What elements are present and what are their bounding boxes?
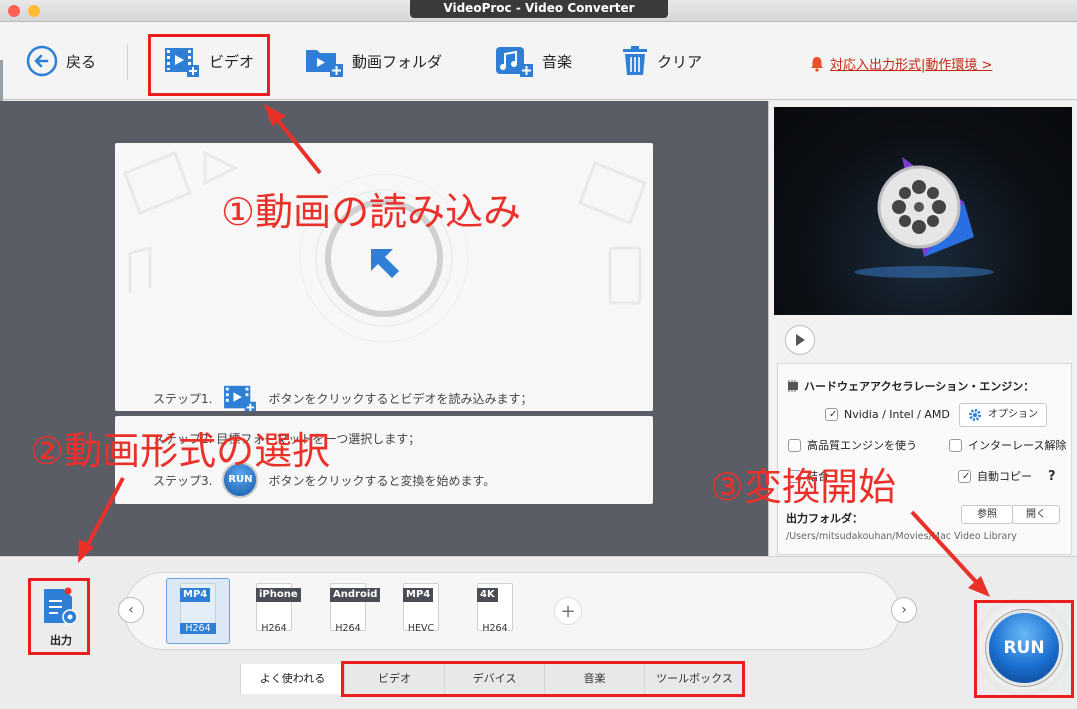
format-support-link[interactable]: 対応入出力形式|動作環境 > [808, 54, 992, 73]
tab-device[interactable]: デバイス [444, 664, 544, 694]
video-step-icon [224, 385, 257, 411]
music-label: 音楽 [542, 52, 573, 71]
toolbar-divider [127, 44, 128, 80]
close-window-button[interactable] [8, 5, 20, 17]
format-item[interactable]: iPhone H264 [246, 583, 302, 639]
hw-accel-header: ハードウェアアクセラレーション・エンジン： [786, 378, 1034, 394]
hq-engine-row[interactable]: 高品質エンジンを使う [788, 437, 917, 453]
output-path: /Users/mitsudakouhan/Movies/Mac Video Li… [786, 531, 1017, 542]
options-button[interactable]: オプション [959, 403, 1047, 427]
deinterlace-row[interactable]: インターレース解除 [949, 437, 1066, 453]
videoproc-logo [854, 157, 994, 278]
tab-music[interactable]: 音楽 [544, 664, 644, 694]
nvidia-checkbox-row[interactable]: ✓ Nvidia / Intel / AMD [825, 408, 950, 421]
toolbar: 戻る ビデオ 動画フォルダ 音楽 クリア 対応入出力形式|動作環境 > [0, 22, 1077, 104]
video-preview [774, 107, 1072, 315]
step1-text: ボタンをクリックするとビデオを読み込みます； [268, 391, 533, 406]
trash-icon [623, 46, 647, 75]
hw-accel-title: ハードウェアアクセラレーション・エンジン： [804, 380, 1035, 393]
tab-toolbox[interactable]: ツールボックス [644, 664, 744, 694]
open-button[interactable]: 開く [1012, 505, 1060, 524]
annotation-start-convert: ③変換開始 [710, 465, 897, 509]
scroll-left-button[interactable]: ‹ [118, 597, 144, 623]
bell-icon [811, 56, 823, 72]
chevron-right-icon: › [901, 602, 907, 618]
format-tag: iPhone [256, 588, 301, 602]
minimize-window-button[interactable] [28, 5, 40, 17]
output-doc-icon [44, 587, 78, 625]
video-add-icon [165, 48, 199, 77]
format-tag: MP4 [180, 588, 211, 602]
nvidia-checkbox[interactable]: ✓ [825, 408, 838, 421]
video-label: ビデオ [209, 52, 255, 71]
hq-engine-checkbox[interactable] [788, 438, 801, 452]
format-item[interactable]: MP4 HEVC [393, 583, 449, 639]
clear-label: クリア [657, 52, 703, 71]
music-add-icon [496, 47, 533, 77]
chip-icon [788, 380, 798, 392]
format-codec: HEVC [407, 623, 435, 634]
format-item[interactable]: Android H264 [320, 583, 381, 639]
play-icon [796, 334, 805, 346]
format-codec: H264 [482, 623, 508, 634]
add-format-button[interactable]: + [554, 597, 582, 625]
play-button[interactable] [785, 325, 815, 355]
run-button[interactable]: RUN [986, 610, 1062, 686]
help-icon[interactable]: ? [1048, 469, 1056, 484]
format-codec: H264 [261, 623, 287, 634]
back-button[interactable]: 戻る [26, 22, 96, 100]
tab-popular[interactable]: よく使われる [240, 664, 344, 694]
output-settings-button[interactable]: 出力 [36, 587, 86, 649]
category-tabs: よく使われる ビデオ デバイス 音楽 ツールボックス [240, 664, 744, 694]
autocopy-checkbox[interactable]: ✓ [958, 469, 971, 483]
add-video-button[interactable]: ビデオ [163, 22, 254, 100]
folder-add-icon [306, 50, 343, 77]
format-tag: MP4 [403, 588, 434, 602]
options-label: オプション [988, 409, 1038, 420]
autocopy-label: 自動コピー [977, 470, 1032, 483]
format-item[interactable]: MP4 H264 [170, 583, 226, 639]
autocopy-row[interactable]: ✓ 自動コピー ? [958, 468, 1056, 484]
format-codec: H264 [335, 623, 361, 634]
format-tag: 4K [477, 588, 498, 602]
annotation-select-format: ②動画形式の選択 [30, 429, 331, 473]
tab-video[interactable]: ビデオ [344, 664, 444, 694]
format-tag: Android [330, 588, 381, 602]
nvidia-label: Nvidia / Intel / AMD [844, 408, 950, 421]
add-folder-button[interactable]: 動画フォルダ [304, 22, 442, 100]
annotation-load-video: ①動画の読み込み [221, 190, 522, 234]
output-folder-label: 出力フォルダ： [786, 512, 863, 525]
step1-prefix: ステップ1. [153, 391, 213, 406]
gear-icon [969, 409, 981, 421]
browse-button[interactable]: 参照 [961, 505, 1013, 524]
format-support-text: 対応入出力形式|動作環境 > [830, 58, 993, 73]
toolbar-edge [0, 60, 3, 104]
chevron-left-icon: ‹ [128, 602, 134, 618]
format-item[interactable]: 4K H264 [467, 583, 523, 639]
plus-icon: + [560, 600, 576, 622]
clear-button[interactable]: クリア [621, 22, 702, 100]
back-arrow-icon [26, 45, 58, 77]
step-1: ステップ1. ボタンをクリックするとビデオを読み込みます； [153, 383, 532, 411]
app-window: VideoProc - Video Converter 戻る ビデオ 動画フォル… [0, 0, 1077, 709]
deinterlace-label: インターレース解除 [968, 439, 1067, 452]
back-label: 戻る [66, 52, 97, 71]
title-bar: VideoProc - Video Converter [0, 0, 1077, 22]
hq-engine-label: 高品質エンジンを使う [807, 439, 917, 452]
window-title: VideoProc - Video Converter [410, 0, 668, 18]
output-label: 出力 [50, 634, 72, 647]
folder-label: 動画フォルダ [352, 52, 443, 71]
deinterlace-checkbox[interactable] [949, 438, 962, 452]
format-codec: H264 [180, 623, 216, 634]
add-music-button[interactable]: 音楽 [494, 22, 572, 100]
import-arrow-icon [371, 249, 399, 278]
scroll-right-button[interactable]: › [891, 597, 917, 623]
